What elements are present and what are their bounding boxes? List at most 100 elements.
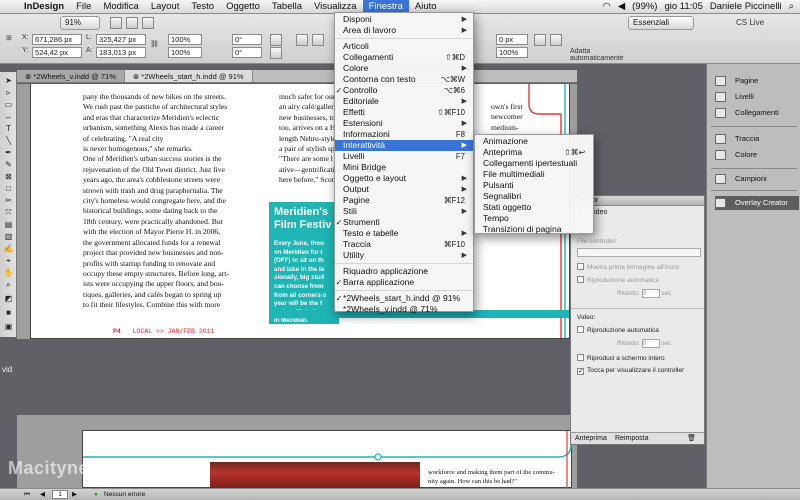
gap-tool-icon[interactable]: ↔ <box>3 112 14 122</box>
menu-item-2wheels-start-h-indd-91[interactable]: ✓ *2Wheels_start_h.indd @ 91% <box>335 293 473 304</box>
submenu-item-tempo[interactable]: Tempo <box>475 213 593 224</box>
delay-field-1[interactable]: 0 <box>641 289 660 298</box>
submenu-item-anteprima[interactable]: Anteprima ⇧⌘↩ <box>475 147 593 158</box>
prev-page-icon[interactable]: ◀ <box>40 489 45 500</box>
tap-controller-option[interactable]: ✓ Tocca per visualizzare il controller <box>577 367 684 375</box>
submenu-item-segnalibri[interactable]: Segnalibri <box>475 191 593 202</box>
menu-item-informazioni[interactable]: Informazioni F8 <box>335 129 473 140</box>
x-field[interactable]: 671,286 px <box>32 34 82 45</box>
volume-icon[interactable]: ◀ <box>618 1 625 12</box>
dock-overlay-creator[interactable]: Overlay Creator <box>715 196 799 210</box>
menu-item-testo-e-tabelle[interactable]: Testo e tabelle ▶ <box>335 228 473 239</box>
menu-item-traccia[interactable]: Traccia ⌘F10 <box>335 239 473 250</box>
dock-color[interactable]: Colore <box>715 148 799 162</box>
apply-color-icon[interactable]: ■ <box>3 308 14 318</box>
show-first-image-option[interactable]: Mostra prima immagine all'inizio <box>577 263 679 271</box>
menu-item-estensioni[interactable]: Estensioni ▶ <box>335 118 473 129</box>
flip-v-button[interactable] <box>270 47 282 59</box>
screen-mode-button[interactable] <box>126 17 138 29</box>
menu-tabella[interactable]: Tabella <box>266 0 308 14</box>
menu-item-articoli[interactable]: Articoli <box>335 41 473 52</box>
stroke-weight-field[interactable]: 0 px <box>496 34 528 45</box>
menu-app[interactable]: InDesign <box>18 0 70 14</box>
eyedropper-tool-icon[interactable]: ⌖ <box>3 256 14 266</box>
submenu-item-pulsanti[interactable]: Pulsanti <box>475 180 593 191</box>
menu-item-area-di-lavoro[interactable]: Area di lavoro ▶ <box>335 25 473 36</box>
film-festival-sidebar[interactable]: Meridien's Film Festiv Every June, thou … <box>269 202 339 324</box>
next-page-icon[interactable]: ▶ <box>72 489 77 500</box>
menu-item-utility[interactable]: Utility ▶ <box>335 250 473 261</box>
cs-live-button[interactable]: CS Live <box>736 18 764 27</box>
zoom-select[interactable]: 91% <box>60 16 100 30</box>
page-number-field[interactable]: 1 <box>52 490 68 499</box>
scissors-tool-icon[interactable]: ✂ <box>3 196 14 206</box>
article-column-1[interactable]: pany the thousands of new bikes on the s… <box>83 92 263 311</box>
menu-item-strumenti[interactable]: ✓ Strumenti <box>335 217 473 228</box>
menu-oggetto[interactable]: Oggetto <box>220 0 266 14</box>
scale-y-field[interactable]: 100% <box>168 47 202 58</box>
auto-fit-label[interactable]: Adatta automaticamente <box>570 48 636 62</box>
menu-item-effetti[interactable]: Effetti ⇧⌘F10 <box>335 107 473 118</box>
free-transform-tool-icon[interactable]: ⤧ <box>3 208 14 218</box>
tab-2wheels-start-h[interactable]: ⊗ *2Wheels_start_h.indd @ 91% <box>124 70 253 82</box>
arrange-docs-button[interactable] <box>142 17 154 29</box>
menu-item-contorna-con-testo[interactable]: Contorna con testo ⌥⌘W <box>335 74 473 85</box>
submenu-item-file-multimediali[interactable]: File multimediali <box>475 169 593 180</box>
fit-frame-button[interactable] <box>550 34 562 46</box>
menu-layout[interactable]: Layout <box>145 0 186 14</box>
reference-point-icon[interactable]: ⊞ <box>6 34 12 42</box>
menu-item-barra-applicazione[interactable]: ✓ Barra applicazione <box>335 277 473 288</box>
tab-2wheels-v[interactable]: ⊗ *2Wheels_v.indd @ 71% <box>17 70 125 82</box>
menu-item-output[interactable]: Output ▶ <box>335 184 473 195</box>
menu-file[interactable]: File <box>70 0 97 14</box>
hand-tool-icon[interactable]: ✋ <box>3 268 14 278</box>
type-tool-icon[interactable]: T <box>3 124 14 134</box>
zoom-tool-icon[interactable]: ⌕ <box>3 280 14 290</box>
rectangle-frame-tool-icon[interactable]: ⊠ <box>3 172 14 182</box>
menu-item-riquadro-applicazione[interactable]: Riquadro applicazione <box>335 266 473 277</box>
page-tool-icon[interactable]: ▭ <box>3 100 14 110</box>
select-container-button[interactable] <box>296 34 308 46</box>
shear-field[interactable]: 0° <box>232 47 262 58</box>
rectangle-tool-icon[interactable]: □ <box>3 184 14 194</box>
menu-item-colore[interactable]: Colore ▶ <box>335 63 473 74</box>
note-tool-icon[interactable]: ✍ <box>3 244 14 254</box>
flip-h-button[interactable] <box>270 34 282 46</box>
menu-item-disponi[interactable]: Disponi ▶ <box>335 14 473 25</box>
autoplay-option-2[interactable]: Riproduzione automatica <box>577 326 659 334</box>
menu-modifica[interactable]: Modifica <box>97 0 144 14</box>
menu-item-oggetto-e-layout[interactable]: Oggetto e layout ▶ <box>335 173 473 184</box>
y-field[interactable]: 524,42 px <box>32 47 82 58</box>
dock-stroke[interactable]: Traccia <box>715 132 799 146</box>
opacity-field[interactable]: 100% <box>496 47 528 58</box>
direct-selection-tool-icon[interactable]: ▹ <box>3 88 14 98</box>
cherries-photo[interactable] <box>210 462 420 488</box>
scale-x-field[interactable]: 100% <box>168 34 202 45</box>
delay-field-2[interactable]: 0 <box>641 339 660 348</box>
menu-item-editoriale[interactable]: Editoriale ▶ <box>335 96 473 107</box>
page2-text[interactable]: workforce and making them part of the co… <box>428 468 568 486</box>
menu-item-mini-bridge[interactable]: Mini Bridge <box>335 162 473 173</box>
battery-status[interactable]: (99%) <box>632 1 657 12</box>
submenu-item-collegamenti-ipertestuali[interactable]: Collegamenti ipertestuali <box>475 158 593 169</box>
user-name[interactable]: Daniele Piccinelli <box>710 1 782 12</box>
pencil-tool-icon[interactable]: ✎ <box>3 160 14 170</box>
menu-item-livelli[interactable]: Livelli F7 <box>335 151 473 162</box>
menu-item-controllo[interactable]: ✓ Controllo ⌥⌘6 <box>335 85 473 96</box>
first-page-icon[interactable]: ⏮ <box>24 489 30 500</box>
preflight-status[interactable]: Nessun errore <box>104 489 145 500</box>
selection-tool-icon[interactable]: ➤ <box>3 76 14 86</box>
autoplay-option-1[interactable]: Riproduzione automatica <box>577 276 659 284</box>
constrain-link-icon[interactable]: ⛓ <box>150 40 159 48</box>
select-content-button[interactable] <box>312 34 324 46</box>
submenu-item-animazione[interactable]: Animazione <box>475 136 593 147</box>
line-tool-icon[interactable]: ╲ <box>3 136 14 146</box>
pen-tool-icon[interactable]: ✒ <box>3 148 14 158</box>
reset-tab[interactable]: Reimposta <box>615 433 648 444</box>
menu-item-collegamenti[interactable]: Collegamenti ⇧⌘D <box>335 52 473 63</box>
menu-item-interattivita[interactable]: Interattività ▶ <box>335 140 473 151</box>
menu-testo[interactable]: Testo <box>185 0 220 14</box>
dock-pages[interactable]: Pagine <box>715 74 799 88</box>
workspace-select[interactable]: Essenziali <box>628 16 694 30</box>
dock-layers[interactable]: Livelli <box>715 90 799 104</box>
